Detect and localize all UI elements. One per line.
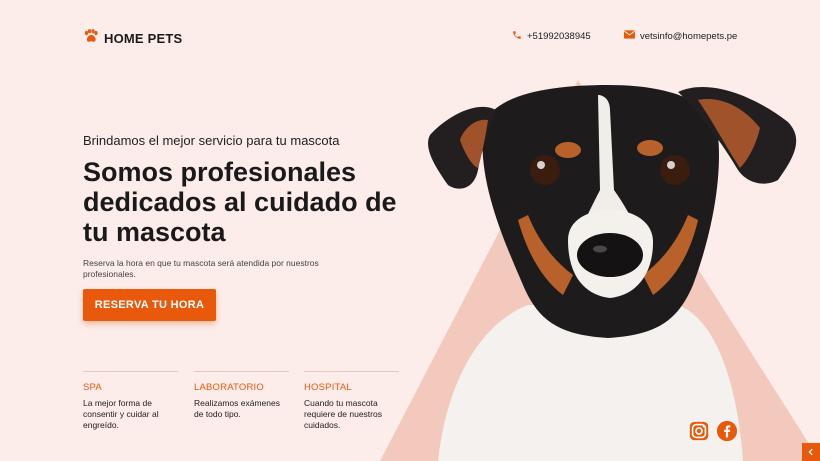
- service-title: LABORATORIO: [194, 382, 264, 393]
- paw-icon: [83, 29, 98, 48]
- hero-eyebrow: Brindamos el mejor servicio para tu masc…: [83, 133, 340, 148]
- chevron-left-icon: [807, 443, 815, 461]
- email-address: vetsinfo@homepets.pe: [640, 30, 738, 42]
- hero-headline: Somos profesionales dedicados al cuidado…: [83, 157, 397, 247]
- site-header: HOME PETS +51992038945 vetsinfo@homepets…: [0, 0, 820, 75]
- service-description: La mejor forma de consentir y cuidar al …: [83, 398, 159, 430]
- service-description: Realizamos exámenes de todo tipo.: [194, 398, 280, 419]
- logo[interactable]: HOME PETS: [83, 29, 182, 48]
- scroll-button[interactable]: [802, 443, 820, 461]
- service-title: SPA: [83, 382, 102, 393]
- service-spa[interactable]: SPA La mejor forma de consentir y cuidar…: [83, 371, 178, 431]
- phone-contact[interactable]: +51992038945: [512, 30, 591, 43]
- facebook-icon[interactable]: [716, 420, 738, 442]
- phone-number: +51992038945: [527, 31, 591, 42]
- hero-lead: Reserva la hora en que tu mascota será a…: [83, 258, 319, 279]
- brand-name: HOME PETS: [104, 31, 183, 46]
- mail-icon: [624, 30, 635, 42]
- email-contact[interactable]: vetsinfo@homepets.pe: [624, 30, 737, 42]
- reserve-button[interactable]: RESERVA TU HORA: [83, 289, 216, 321]
- phone-icon: [512, 30, 522, 43]
- instagram-icon[interactable]: [688, 420, 710, 442]
- service-laboratorio[interactable]: LABORATORIO Realizamos exámenes de todo …: [194, 371, 289, 420]
- hero-image: [378, 70, 820, 461]
